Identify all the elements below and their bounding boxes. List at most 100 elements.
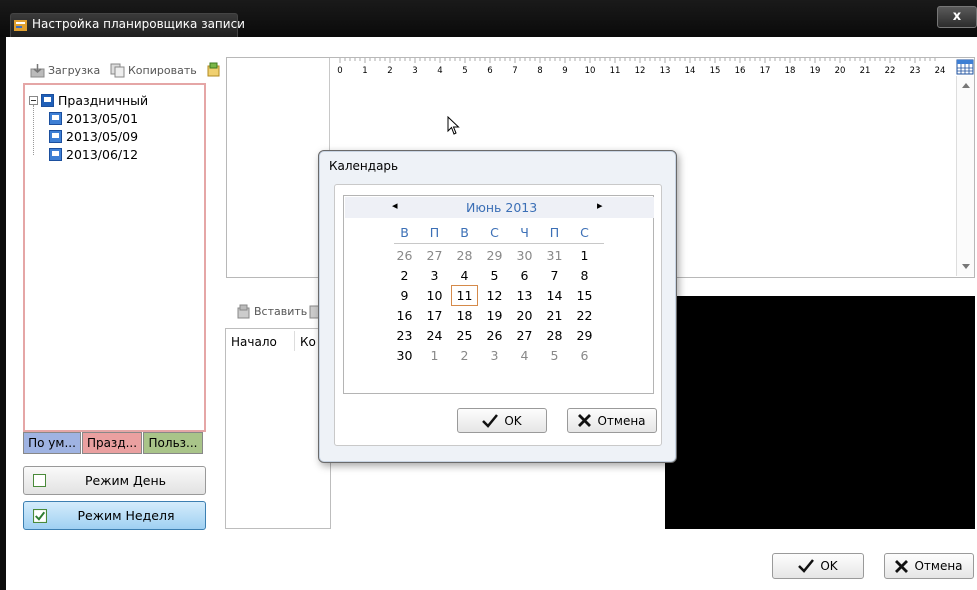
cancel-label: Отмена (914, 559, 963, 573)
calendar-day[interactable]: 7 (543, 266, 566, 285)
calendar-day[interactable]: 27 (513, 326, 536, 345)
load-button[interactable]: Загрузка (30, 63, 100, 78)
calendar-day[interactable]: 26 (393, 246, 416, 265)
calendar-day[interactable]: 27 (423, 246, 446, 265)
calendar-day[interactable]: 4 (453, 266, 476, 285)
calendar-day-selected[interactable]: 11 (451, 285, 478, 306)
calendar-day[interactable]: 17 (423, 306, 446, 325)
tab-user[interactable]: Польз... (143, 432, 203, 454)
tree-item-label: 2013/05/01 (66, 110, 139, 126)
tree-item-label: 2013/06/12 (66, 146, 139, 162)
week-mode-button[interactable]: Режим Неделя (23, 501, 206, 530)
window-title: Настройка планировщика записи (32, 17, 245, 31)
calendar-day[interactable]: 28 (453, 246, 476, 265)
calendar-cancel-button[interactable]: Отмена (567, 408, 657, 433)
calendar-day[interactable]: 30 (513, 246, 536, 265)
hour-tick-label: 0 (337, 66, 342, 76)
folder-calendar-icon (41, 93, 54, 107)
calendar-day[interactable]: 1 (573, 246, 596, 265)
hour-tick-label: 9 (562, 66, 567, 76)
calendar-day[interactable]: 2 (393, 266, 416, 285)
calendar-day[interactable]: 8 (573, 266, 596, 285)
calendar-day[interactable]: 6 (573, 346, 596, 365)
cross-icon (895, 559, 909, 573)
week-mode-checkbox[interactable] (33, 508, 47, 523)
calendar-day[interactable]: 31 (543, 246, 566, 265)
tree-item[interactable]: 2013/05/01 (49, 109, 138, 127)
calendar-day[interactable]: 3 (423, 266, 446, 285)
hour-tick-label: 10 (585, 66, 596, 76)
check-icon (798, 559, 815, 573)
hour-tick-label: 22 (885, 66, 896, 76)
calendar-day[interactable]: 9 (393, 286, 416, 305)
day-mode-checkbox[interactable] (33, 474, 46, 487)
holiday-tree[interactable]: Праздничный 2013/05/01 2013/05/09 2013/0… (23, 83, 206, 432)
next-month-button[interactable]: ▸ (597, 199, 603, 212)
insert-button[interactable]: Вставить (236, 304, 307, 319)
calendar-day[interactable]: 18 (453, 306, 476, 325)
calendar-day[interactable]: 26 (483, 326, 506, 345)
calendar-day[interactable]: 20 (513, 306, 536, 325)
calendar-day[interactable]: 5 (483, 266, 506, 285)
app-icon (14, 20, 27, 31)
calendar-day[interactable]: 24 (423, 326, 446, 345)
calendar-day[interactable]: 12 (483, 286, 506, 305)
calendar-dialog-title: Календарь (329, 159, 399, 173)
column-end[interactable]: Ко (300, 335, 316, 349)
weekday-label: Ч (520, 225, 529, 240)
hour-tick-label: 6 (487, 66, 492, 76)
paste-icon[interactable] (205, 61, 222, 78)
calendar-ok-button[interactable]: OK (457, 408, 547, 433)
calendar-day[interactable]: 5 (543, 346, 566, 365)
calendar-day[interactable]: 15 (573, 286, 596, 305)
calendar-day[interactable]: 3 (483, 346, 506, 365)
calendar-day[interactable]: 23 (393, 326, 416, 345)
hour-tick-label: 23 (910, 66, 921, 76)
calendar-day[interactable]: 13 (513, 286, 536, 305)
close-button[interactable]: x (937, 6, 977, 28)
collapse-icon[interactable] (29, 95, 38, 105)
calendar-day[interactable]: 14 (543, 286, 566, 305)
weekday-label: С (490, 225, 499, 240)
calendar-day[interactable]: 4 (513, 346, 536, 365)
hour-ruler: 0 1 2 3 4 5 6 7 8 9 10 11 12 13 14 15 16 17 18 19 20 21 22 23 24 (337, 58, 945, 76)
calendar-day[interactable]: 22 (573, 306, 596, 325)
calendar-day[interactable]: 21 (543, 306, 566, 325)
tree-item[interactable]: 2013/06/12 (49, 145, 138, 163)
cancel-button[interactable]: Отмена (884, 553, 974, 579)
schedule-list[interactable] (225, 328, 331, 529)
ok-button[interactable]: OK (772, 553, 864, 579)
calendar-day[interactable]: 28 (543, 326, 566, 345)
prev-month-button[interactable]: ◂ (392, 199, 398, 212)
calendar-day[interactable]: 25 (453, 326, 476, 345)
calendar-day[interactable]: 29 (573, 326, 596, 345)
tree-root[interactable]: Праздничный (29, 91, 148, 109)
calendar-day[interactable]: 6 (513, 266, 536, 285)
copy-button[interactable]: Копировать (110, 63, 197, 78)
calendar-day[interactable]: 30 (393, 346, 416, 365)
column-start[interactable]: Начало (231, 335, 277, 349)
scroll-down-icon[interactable] (962, 264, 970, 270)
hour-tick-label: 15 (710, 66, 721, 76)
date-icon (49, 129, 62, 143)
scroll-up-icon[interactable] (962, 82, 970, 88)
weekday-label: П (549, 225, 560, 240)
calendar-grid-icon[interactable] (956, 58, 974, 76)
tree-item[interactable]: 2013/05/09 (49, 127, 138, 145)
hour-tick-label: 13 (660, 66, 671, 76)
calendar-day[interactable]: 16 (393, 306, 416, 325)
day-mode-button[interactable]: Режим День (23, 466, 206, 495)
tab-holiday[interactable]: Празд... (82, 432, 142, 454)
timeline-scrollbar[interactable] (956, 76, 974, 276)
calendar-day[interactable]: 19 (483, 306, 506, 325)
tab-default[interactable]: По ум... (23, 432, 81, 454)
date-icon (49, 111, 62, 125)
calendar-day[interactable]: 29 (483, 246, 506, 265)
ok-label: OK (820, 559, 838, 573)
hour-tick-label: 2 (387, 66, 392, 76)
calendar-day[interactable]: 2 (453, 346, 476, 365)
hour-tick-label: 5 (462, 66, 467, 76)
calendar-day[interactable]: 1 (423, 346, 446, 365)
calendar-day[interactable]: 10 (423, 286, 446, 305)
month-year-label[interactable]: Июнь 2013 (466, 200, 537, 215)
